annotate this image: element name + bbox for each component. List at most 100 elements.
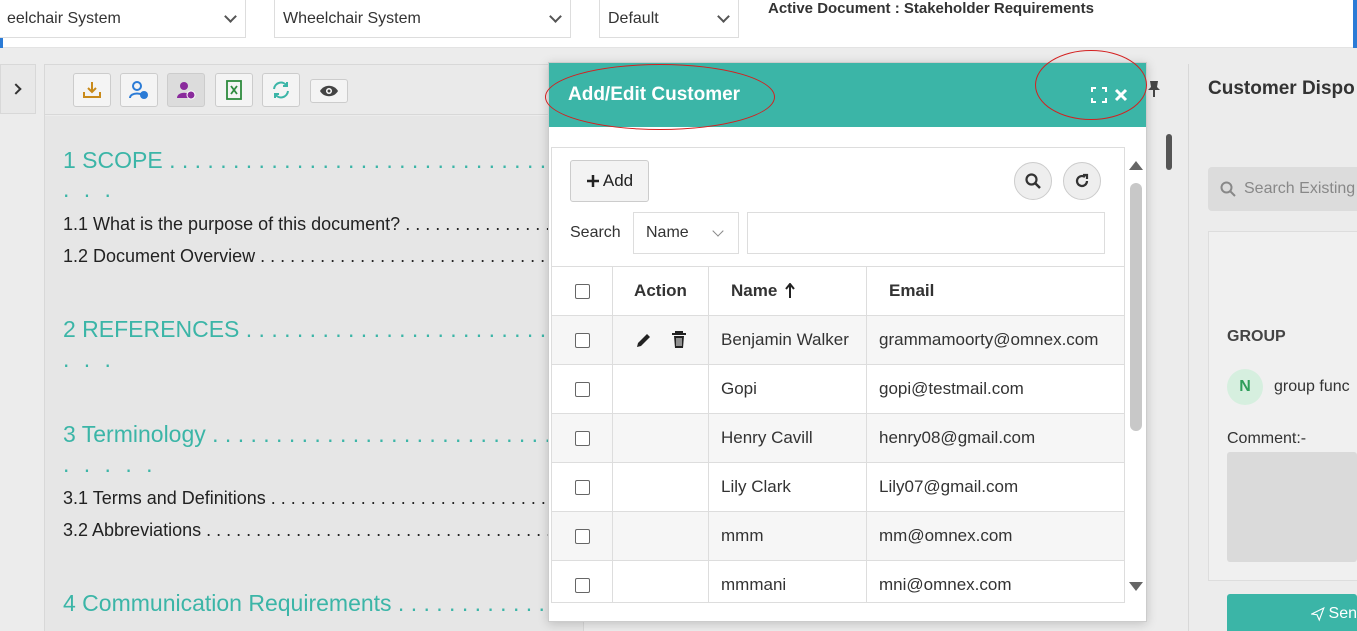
table-row: Gopi gopi@testmail.com: [552, 365, 1124, 414]
row-name: mmmani: [709, 561, 867, 602]
product-select[interactable]: Wheelchair System: [274, 0, 571, 38]
document-panel: 1 SCOPE . . . . . . . . . . . . . . . . …: [44, 64, 584, 631]
existing-search-input[interactable]: Search Existing: [1208, 167, 1357, 211]
project-select-value: eelchair System: [7, 9, 121, 27]
scroll-thumb[interactable]: [1130, 183, 1142, 431]
row-checkbox[interactable]: [574, 430, 590, 446]
row-email: gopi@testmail.com: [879, 379, 1024, 398]
plus-icon: [586, 175, 599, 187]
pin-icon[interactable]: [1147, 80, 1161, 98]
row-email: Lily07@gmail.com: [879, 477, 1019, 496]
download-button[interactable]: [73, 73, 111, 107]
row-actions: [613, 561, 709, 602]
toc-item-overview[interactable]: 1.2 Document Overview . . . . . . . . . …: [63, 246, 583, 267]
row-actions: [613, 463, 709, 511]
select-all-checkbox[interactable]: [574, 283, 590, 299]
search-field-select[interactable]: Name: [633, 212, 739, 254]
search-input[interactable]: [747, 212, 1105, 254]
view-select-value: Default: [608, 9, 659, 27]
send-icon: [1311, 606, 1325, 622]
row-select-cell: [552, 414, 613, 462]
send-button[interactable]: Sen: [1227, 594, 1357, 631]
toc-item-terms[interactable]: 3.1 Terms and Definitions . . . . . . . …: [63, 488, 583, 509]
search-icon: [1025, 173, 1041, 189]
column-header-email[interactable]: Email: [867, 267, 1124, 315]
document-toolbar: [45, 65, 583, 115]
toc-heading-scope[interactable]: 1 SCOPE . . . . . . . . . . . . . . . . …: [63, 147, 583, 174]
refresh-icon: [1075, 173, 1089, 188]
comment-textarea[interactable]: [1227, 452, 1357, 562]
annotation-ellipse-controls: [1035, 50, 1147, 120]
row-name: Gopi: [709, 365, 867, 413]
refresh-grid-button[interactable]: [1063, 162, 1101, 200]
row-email: mm@omnex.com: [879, 526, 1013, 545]
table-row: mmmani mni@omnex.com: [552, 561, 1124, 602]
row-checkbox[interactable]: [574, 381, 590, 397]
toc-heading-communication[interactable]: 4 Communication Requirements . . . . . .…: [63, 590, 583, 617]
annotation-ellipse-title: [545, 64, 775, 130]
eye-icon: [320, 85, 338, 97]
top-bar: eelchair System Wheelchair System Defaul…: [0, 0, 1357, 48]
search-icon: [1220, 181, 1236, 197]
modal-scrollbar[interactable]: [1127, 157, 1145, 597]
toc-item-abbreviations[interactable]: 3.2 Abbreviations . . . . . . . . . . . …: [63, 520, 583, 541]
row-checkbox[interactable]: [574, 528, 590, 544]
avatar: N: [1227, 369, 1263, 405]
chevron-down-icon: [224, 10, 237, 23]
refresh-button[interactable]: [262, 73, 300, 107]
expand-sidebar-button[interactable]: [0, 64, 36, 114]
toc-heading-terminology[interactable]: 3 Terminology . . . . . . . . . . . . . …: [63, 421, 583, 448]
user-approve-button[interactable]: [167, 73, 205, 107]
user-check-button[interactable]: [120, 73, 158, 107]
sort-ascending-icon: [785, 283, 796, 298]
row-name: Henry Cavill: [709, 414, 867, 462]
search-placeholder: Search Existing: [1244, 180, 1356, 197]
scroll-down-arrow-icon[interactable]: [1129, 582, 1143, 591]
search-field-value: Name: [646, 224, 689, 241]
view-select[interactable]: Default: [599, 0, 739, 38]
row-name: Benjamin Walker: [709, 316, 867, 364]
column-header-action: Action: [613, 267, 709, 315]
group-label: GROUP: [1227, 328, 1286, 345]
row-checkbox[interactable]: [574, 332, 590, 348]
customer-table: Action Name Email Benjamin Walker gramma…: [552, 266, 1124, 602]
add-label: Add: [602, 171, 634, 190]
toc-heading-references[interactable]: 2 REFERENCES . . . . . . . . . . . . . .…: [63, 316, 583, 343]
table-row: mmm mm@omnex.com: [552, 512, 1124, 561]
toc-heading-continuation: . . . . .: [63, 451, 157, 477]
row-select-cell: [552, 463, 613, 511]
row-name: Lily Clark: [709, 463, 867, 511]
row-checkbox[interactable]: [574, 479, 590, 495]
add-edit-customer-modal: Add/Edit Customer Add Search Name Action: [548, 62, 1147, 622]
toc-heading-continuation: . . .: [63, 176, 115, 202]
column-header-name[interactable]: Name: [709, 267, 867, 315]
document-content: 1 SCOPE . . . . . . . . . . . . . . . . …: [45, 116, 583, 631]
delete-trash-icon[interactable]: [671, 331, 687, 349]
search-button[interactable]: [1014, 162, 1052, 200]
scroll-up-arrow-icon[interactable]: [1129, 161, 1143, 170]
active-document-label: Active Document : Stakeholder Requiremen…: [768, 0, 1094, 17]
select-all-cell: [552, 267, 613, 315]
add-customer-button[interactable]: Add: [570, 160, 649, 202]
row-actions: [613, 316, 709, 364]
send-label: Sen: [1328, 605, 1357, 622]
row-select-cell: [552, 512, 613, 560]
excel-export-button[interactable]: [215, 73, 253, 107]
table-row: Lily Clark Lily07@gmail.com: [552, 463, 1124, 512]
chevron-right-icon: [10, 83, 22, 95]
row-email: mni@omnex.com: [879, 575, 1012, 594]
toc-item-purpose[interactable]: 1.1 What is the purpose of this document…: [63, 214, 583, 235]
preview-button[interactable]: [310, 79, 348, 103]
document-scrollbar[interactable]: [1166, 134, 1172, 170]
row-checkbox[interactable]: [574, 577, 590, 593]
column-header-name-label: Name: [731, 281, 778, 300]
excel-icon: [226, 80, 242, 100]
row-select-cell: [552, 365, 613, 413]
edit-pencil-icon[interactable]: [635, 331, 653, 349]
table-row: Benjamin Walker grammamoorty@omnex.com: [552, 316, 1124, 365]
project-select[interactable]: eelchair System: [0, 0, 246, 38]
row-select-cell: [552, 316, 613, 364]
download-icon: [83, 82, 101, 98]
group-name: group func: [1274, 378, 1350, 395]
search-label: Search: [570, 224, 621, 241]
